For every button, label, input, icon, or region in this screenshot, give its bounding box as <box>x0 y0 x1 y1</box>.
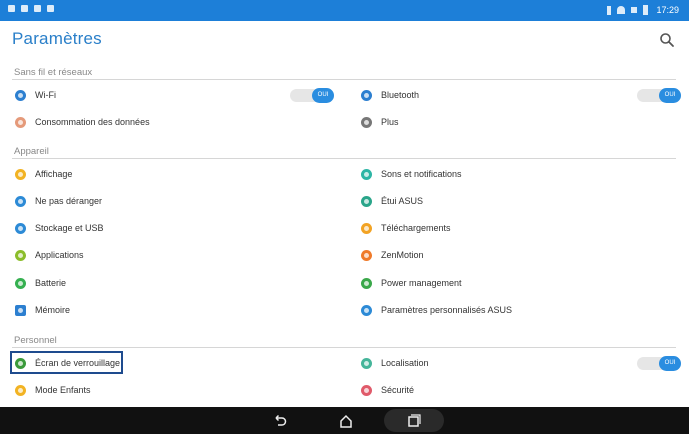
section-divider <box>12 347 676 348</box>
settings-item-label: Mode Enfants <box>35 385 91 395</box>
settings-item-label: Affichage <box>35 169 73 179</box>
settings-item-do-not-disturb[interactable]: Ne pas déranger <box>15 191 335 211</box>
status-bar: 17:29 <box>0 0 689 21</box>
settings-item-location[interactable]: Localisation <box>361 353 681 373</box>
settings-item-kids-mode[interactable]: Mode Enfants <box>15 380 335 400</box>
settings-item-label: Stockage et USB <box>35 223 104 233</box>
power-management-icon <box>361 277 372 289</box>
wifi-icon <box>15 89 26 101</box>
do-not-disturb-icon <box>15 195 26 207</box>
settings-item-data-usage[interactable]: Consommation des données <box>15 112 335 132</box>
settings-item-asus-cover[interactable]: Étui ASUS <box>361 191 681 211</box>
asus-settings-icon <box>361 304 372 316</box>
sound-icon <box>361 168 372 180</box>
clock: 17:29 <box>656 5 679 15</box>
settings-item-label: Paramètres personnalisés ASUS <box>381 305 513 315</box>
settings-item-label: Ne pas déranger <box>35 196 103 206</box>
notification-icon <box>34 5 41 12</box>
recents-icon[interactable] <box>406 413 422 429</box>
notification-icon <box>47 5 54 12</box>
toggle-knob: OUI <box>659 356 681 371</box>
settings-item-wifi[interactable]: Wi-Fi <box>15 85 335 105</box>
toggle-knob: OUI <box>312 88 334 103</box>
settings-item-storage[interactable]: Stockage et USB <box>15 218 335 238</box>
zenmotion-icon <box>361 249 372 261</box>
settings-item-label: Bluetooth <box>381 90 420 100</box>
notification-icon <box>8 5 15 12</box>
settings-item-label: Mémoire <box>35 305 71 315</box>
settings-item-label: Consommation des données <box>35 117 150 127</box>
settings-item-label: Téléchargements <box>381 223 451 233</box>
settings-item-label: Wi-Fi <box>35 90 56 100</box>
settings-item-downloads[interactable]: Téléchargements <box>361 218 681 238</box>
apps-icon <box>15 249 26 261</box>
more-icon <box>361 116 372 128</box>
settings-item-label: Sécurité <box>381 385 415 395</box>
signal-icon <box>631 7 638 13</box>
section-header-personal: Personnel <box>14 335 57 346</box>
notification-icons <box>8 5 54 12</box>
settings-item-zenmotion[interactable]: ZenMotion <box>361 245 681 265</box>
settings-item-power-management[interactable]: Power management <box>361 273 681 293</box>
notification-icon <box>21 5 28 12</box>
settings-item-asus-settings[interactable]: Paramètres personnalisés ASUS <box>361 300 681 320</box>
wifi-status-icon <box>617 6 626 14</box>
settings-item-more[interactable]: Plus <box>361 112 681 132</box>
settings-item-label: Applications <box>35 250 84 260</box>
settings-item-label: Étui ASUS <box>381 196 424 206</box>
settings-item-label: Localisation <box>381 358 429 368</box>
toggle-knob: OUI <box>659 88 681 103</box>
display-icon <box>15 168 26 180</box>
settings-item-label: Plus <box>381 117 399 127</box>
search-icon[interactable] <box>659 32 675 48</box>
settings-item-apps[interactable]: Applications <box>15 245 335 265</box>
bluetooth-status-icon <box>607 5 612 15</box>
settings-item-display[interactable]: Affichage <box>15 164 335 184</box>
wifi-toggle[interactable]: OUI <box>290 88 334 103</box>
location-icon <box>361 357 372 369</box>
battery-icon <box>15 277 26 289</box>
system-icons: 17:29 <box>607 4 679 16</box>
kids-mode-icon <box>15 384 26 396</box>
location-toggle[interactable]: OUI <box>637 356 681 371</box>
asus-cover-icon <box>361 195 372 207</box>
settings-item-memory[interactable]: Mémoire <box>15 300 335 320</box>
section-divider <box>12 79 676 80</box>
navigation-bar <box>0 407 689 434</box>
settings-item-label: ZenMotion <box>381 250 424 260</box>
downloads-icon <box>361 222 372 234</box>
storage-icon <box>15 222 26 234</box>
page-title: Paramètres <box>12 29 102 48</box>
memory-icon <box>15 304 26 316</box>
back-icon[interactable] <box>272 413 288 429</box>
section-header-device: Appareil <box>14 146 49 157</box>
settings-item-bluetooth[interactable]: Bluetooth <box>361 85 681 105</box>
settings-item-battery[interactable]: Batterie <box>15 273 335 293</box>
settings-item-label: Sons et notifications <box>381 169 462 179</box>
selection-highlight <box>10 351 123 374</box>
settings-item-label: Batterie <box>35 278 67 288</box>
section-divider <box>12 158 676 159</box>
home-icon[interactable] <box>338 413 354 429</box>
bluetooth-icon <box>361 89 372 101</box>
security-icon <box>361 384 372 396</box>
settings-item-sound[interactable]: Sons et notifications <box>361 164 681 184</box>
section-header-wireless: Sans fil et réseaux <box>14 67 93 78</box>
settings-item-label: Power management <box>381 278 462 288</box>
data-usage-icon <box>15 116 26 128</box>
battery-icon <box>643 5 649 15</box>
bluetooth-toggle[interactable]: OUI <box>637 88 681 103</box>
settings-item-security[interactable]: Sécurité <box>361 380 681 400</box>
